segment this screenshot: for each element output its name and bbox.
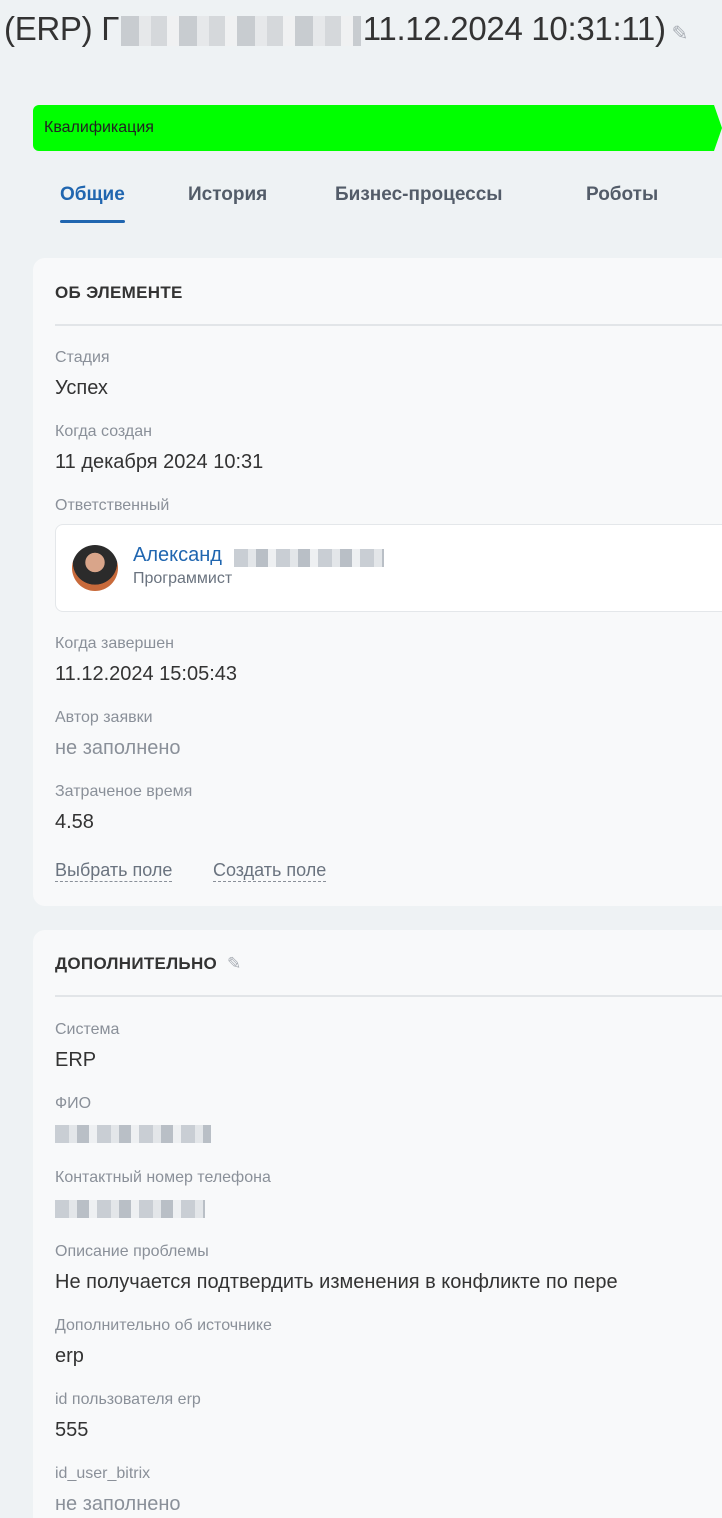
stage-field-value[interactable]: Успех xyxy=(55,377,108,400)
created-field-label: Когда создан xyxy=(55,423,152,440)
responsible-field-label: Ответственный xyxy=(55,497,170,514)
create-field-link[interactable]: Создать поле xyxy=(213,860,327,882)
additional-title-text: ДОПОЛНИТЕЛЬНО xyxy=(55,954,218,973)
author-field-label: Автор заявки xyxy=(55,709,153,726)
additional-card-title: ДОПОЛНИТЕЛЬНО ✎ xyxy=(55,954,242,974)
source-field-label: Дополнительно об источнике xyxy=(55,1317,272,1334)
completed-field-label: Когда завершен xyxy=(55,635,174,652)
erp-user-field-label: id пользователя erp xyxy=(55,1391,201,1408)
title-suffix: 11.12.2024 10:31:11) xyxy=(362,10,666,47)
completed-field-value[interactable]: 11.12.2024 15:05:43 xyxy=(55,663,237,686)
source-field-value[interactable]: erp xyxy=(55,1345,84,1368)
tab-robots[interactable]: Роботы xyxy=(586,184,658,206)
tab-history[interactable]: История xyxy=(188,184,267,206)
redacted-phone xyxy=(55,1200,205,1218)
tab-business-processes[interactable]: Бизнес-процессы xyxy=(335,184,503,206)
system-field-label: Система xyxy=(55,1021,120,1038)
system-field-value[interactable]: ERP xyxy=(55,1049,96,1072)
responsible-user-card[interactable]: Александ Программист xyxy=(55,524,722,612)
about-card-title: ОБ ЭЛЕМЕНТЕ xyxy=(55,283,183,302)
tab-general[interactable]: Общие xyxy=(60,184,125,223)
redacted-name xyxy=(234,549,384,567)
stage-field-label: Стадия xyxy=(55,349,110,366)
select-field-link[interactable]: Выбрать поле xyxy=(55,860,173,882)
problem-field-label: Описание проблемы xyxy=(55,1243,209,1260)
phone-field-label: Контактный номер телефона xyxy=(55,1169,271,1186)
bitrix-user-field-value[interactable]: не заполнено xyxy=(55,1493,181,1516)
about-card: ОБ ЭЛЕМЕНТЕ Стадия Успех Когда создан 11… xyxy=(33,258,722,906)
spent-time-field-value[interactable]: 4.58 xyxy=(55,811,94,834)
responsible-user-position: Программист xyxy=(133,570,233,587)
page-title: (ERP) Г 11.12.2024 10:31:11) ✎ xyxy=(4,10,688,48)
divider xyxy=(55,324,722,326)
stage-bar[interactable]: Квалификация xyxy=(33,105,722,151)
additional-card: ДОПОЛНИТЕЛЬНО ✎ Система ERP ФИО Контактны… xyxy=(33,930,722,1518)
spent-time-field-label: Затраченое время xyxy=(55,783,193,800)
avatar[interactable] xyxy=(72,545,118,591)
pencil-icon[interactable]: ✎ xyxy=(672,23,689,45)
fio-field-label: ФИО xyxy=(55,1095,92,1112)
created-field-value[interactable]: 11 декабря 2024 10:31 xyxy=(55,451,263,474)
stage-label: Квалификация xyxy=(44,119,154,136)
pencil-icon[interactable]: ✎ xyxy=(227,954,242,973)
responsible-user-name[interactable]: Александ xyxy=(133,544,222,567)
redacted-title xyxy=(120,16,361,47)
divider xyxy=(55,995,722,997)
problem-field-value[interactable]: Не получается подтвердить изменения в ко… xyxy=(55,1271,618,1294)
author-field-value[interactable]: не заполнено xyxy=(55,737,181,760)
title-prefix: (ERP) Г xyxy=(4,10,119,47)
redacted-fio xyxy=(55,1125,211,1143)
bitrix-user-field-label: id_user_bitrix xyxy=(55,1465,151,1482)
erp-user-field-value[interactable]: 555 xyxy=(55,1419,88,1442)
